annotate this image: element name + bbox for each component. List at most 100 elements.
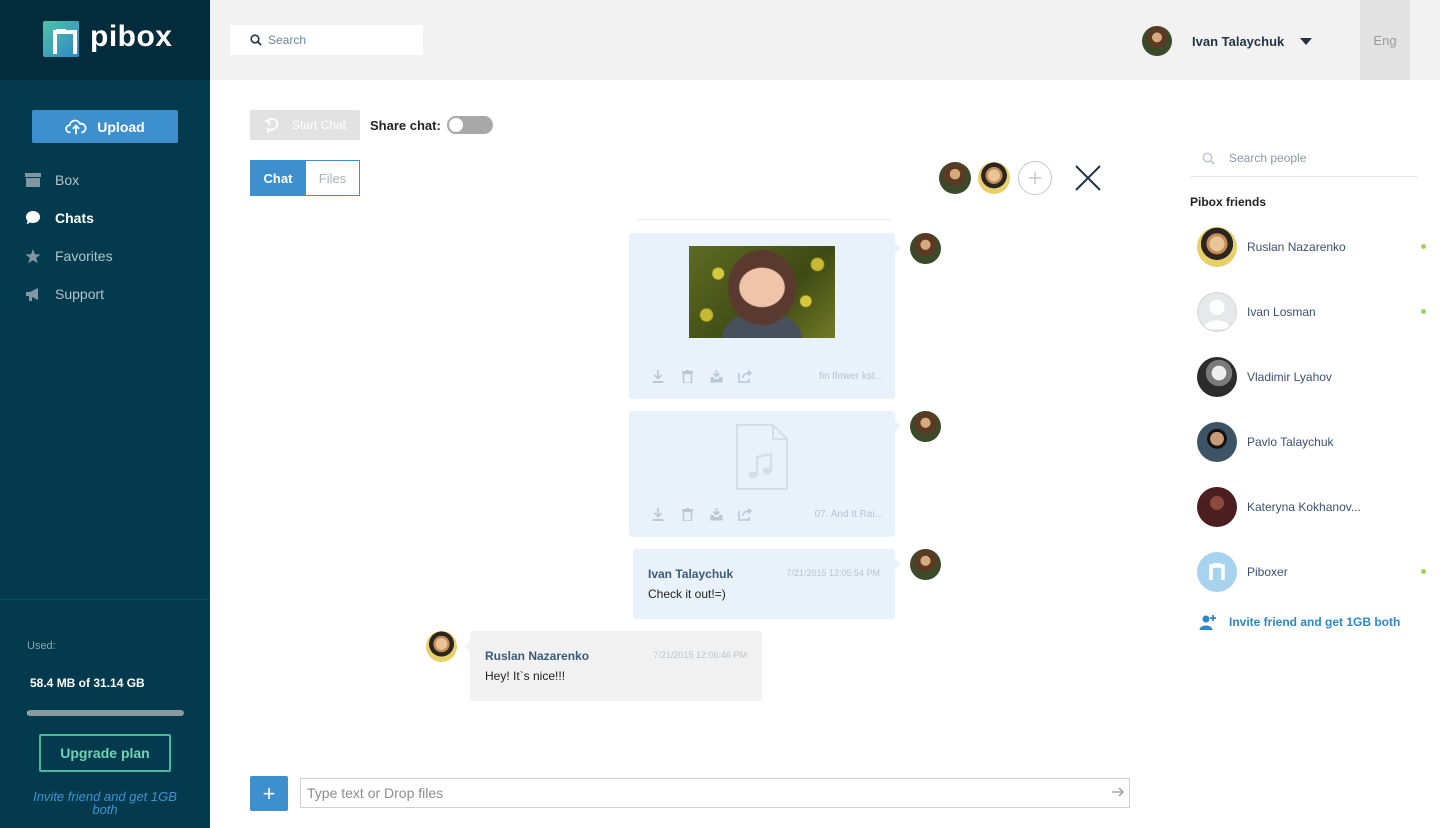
- close-icon[interactable]: [1074, 164, 1102, 192]
- sidebar-divider: [0, 599, 210, 600]
- friend-item[interactable]: Ruslan Nazarenko: [1197, 227, 1433, 267]
- people-search-placeholder: Search people: [1229, 151, 1307, 165]
- friend-avatar: [1197, 227, 1237, 267]
- message-sender-avatar: [910, 549, 941, 580]
- participant-avatar[interactable]: [939, 162, 971, 194]
- logo-area: pibox: [0, 0, 210, 80]
- chat-bubble-icon: [25, 210, 41, 226]
- search-icon: [250, 34, 262, 46]
- message-input[interactable]: [300, 778, 1130, 808]
- sidebar-item-support[interactable]: Support: [25, 283, 104, 305]
- message-sender-avatar: [910, 233, 941, 264]
- default-person-icon: [1203, 299, 1231, 330]
- friend-name: Ivan Losman: [1247, 305, 1316, 319]
- add-user-icon: [1199, 615, 1216, 630]
- message-text: Ruslan Nazarenko 7/21/2015 12:06:46 PM H…: [464, 631, 762, 701]
- share-chat-toggle[interactable]: [447, 116, 493, 134]
- invite-friend-link[interactable]: Invite friend and get 1GB both: [1199, 614, 1400, 630]
- download-icon[interactable]: [651, 369, 665, 383]
- share-icon[interactable]: [738, 507, 752, 521]
- friend-avatar: [1197, 422, 1237, 462]
- people-search[interactable]: Search people: [1190, 140, 1418, 177]
- cloud-upload-icon: [65, 119, 87, 134]
- storage-usage-bar: [27, 710, 184, 716]
- friends-title: Pibox friends: [1190, 195, 1267, 209]
- download-icon[interactable]: [651, 507, 665, 521]
- sidebar-item-label: Box: [55, 172, 80, 188]
- message-body: Check it out!=): [648, 587, 726, 601]
- online-status-dot: [1421, 569, 1426, 574]
- upload-button[interactable]: Upload: [32, 110, 178, 143]
- friend-name: Piboxer: [1247, 565, 1288, 579]
- friend-name: Ruslan Nazarenko: [1247, 240, 1346, 254]
- chat-participants: [939, 161, 1052, 195]
- share-icon[interactable]: [738, 369, 752, 383]
- friend-item[interactable]: Kateryna Kokhanov...: [1197, 487, 1433, 527]
- friend-name: Pavlo Talaychuk: [1247, 435, 1334, 449]
- share-chat-label: Share chat:: [370, 118, 441, 133]
- trash-icon[interactable]: [680, 507, 694, 521]
- storage-used-label: Used:: [27, 640, 56, 652]
- sidebar-item-label: Support: [55, 286, 105, 302]
- add-participant-button[interactable]: [1018, 161, 1052, 195]
- tab-files[interactable]: Files: [305, 160, 360, 196]
- friend-item[interactable]: Pavlo Talaychuk: [1197, 422, 1433, 462]
- user-menu[interactable]: Ivan Talaychuk: [1142, 26, 1313, 56]
- message-text: Ivan Talaychuk 7/21/2015 12:05:54 PM Che…: [633, 549, 901, 619]
- online-status-dot: [1421, 309, 1426, 314]
- megaphone-icon: [25, 286, 41, 302]
- friend-item[interactable]: Piboxer: [1197, 552, 1433, 592]
- chat-start-icon: [264, 117, 279, 133]
- sidebar: pibox Upload Box Chats Favorites Support…: [0, 0, 210, 828]
- message-sender: Ruslan Nazarenko: [485, 649, 590, 663]
- box-icon: [25, 172, 41, 188]
- message-sender-avatar: [426, 631, 457, 662]
- message-body: Hey! It`s nice!!!: [485, 669, 566, 683]
- sidebar-item-box[interactable]: Box: [25, 169, 79, 191]
- plus-icon: [1029, 172, 1041, 184]
- top-header: Search Ivan Talaychuk Eng: [210, 0, 1440, 80]
- header-search[interactable]: Search: [230, 25, 423, 55]
- save-to-box-icon[interactable]: [709, 369, 723, 383]
- upgrade-plan-button[interactable]: Upgrade plan: [39, 734, 171, 772]
- friend-item[interactable]: Vladimir Lyahov: [1197, 357, 1433, 397]
- message-timestamp: 7/21/2015 12:05:54 PM: [786, 568, 880, 578]
- save-to-box-icon[interactable]: [709, 507, 723, 521]
- search-icon: [1202, 152, 1215, 165]
- brand-name: pibox: [90, 20, 173, 53]
- tab-chat[interactable]: Chat: [250, 160, 306, 196]
- user-avatar: [1142, 26, 1172, 56]
- message-timestamp: 7/21/2015 12:06:46 PM: [653, 650, 747, 660]
- shared-photo[interactable]: [689, 246, 835, 338]
- app-root: pibox Upload Box Chats Favorites Support…: [0, 0, 1440, 828]
- friend-avatar: [1197, 357, 1237, 397]
- trash-icon[interactable]: [680, 369, 694, 383]
- header-search-placeholder: Search: [268, 33, 307, 47]
- message-image: fin flower kst...: [629, 233, 901, 399]
- sidebar-item-favorites[interactable]: Favorites: [25, 245, 113, 267]
- sidebar-item-label: Chats: [55, 210, 94, 226]
- invite-friend-text: Invite friend and get 1GB both: [1229, 615, 1401, 629]
- start-chat-button[interactable]: Start Chat: [250, 110, 360, 140]
- toggle-knob: [449, 118, 463, 132]
- friend-name: Vladimir Lyahov: [1247, 370, 1332, 384]
- attach-button[interactable]: +: [250, 776, 288, 811]
- file-actions: [651, 369, 752, 383]
- friend-item[interactable]: Ivan Losman: [1197, 292, 1433, 332]
- pibox-logo-icon: [43, 21, 79, 57]
- send-arrow-icon[interactable]: [1111, 785, 1125, 799]
- friend-avatar: [1197, 292, 1237, 332]
- music-file-icon[interactable]: [735, 423, 789, 491]
- sidebar-item-chats[interactable]: Chats: [25, 207, 94, 229]
- participant-avatar[interactable]: [978, 162, 1010, 194]
- sidebar-item-label: Favorites: [55, 248, 113, 264]
- message-audio: 07. And It Rai...: [629, 411, 901, 537]
- sidebar-invite-link[interactable]: Invite friend and get 1GB both: [20, 790, 190, 816]
- online-status-dot: [1421, 244, 1426, 249]
- pibox-logo-icon: [1209, 563, 1225, 580]
- user-name: Ivan Talaychuk: [1192, 33, 1285, 49]
- friend-avatar: [1197, 552, 1237, 592]
- language-switcher[interactable]: Eng: [1360, 0, 1410, 80]
- file-name: 07. And It Rai...: [814, 509, 883, 520]
- star-icon: [25, 248, 41, 264]
